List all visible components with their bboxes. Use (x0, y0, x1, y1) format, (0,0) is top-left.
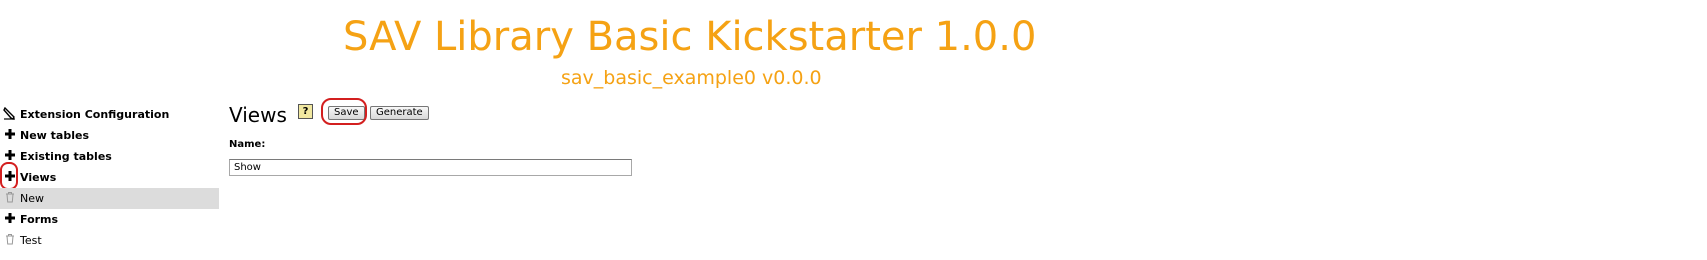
sidebar-item-label: New tables (20, 129, 89, 142)
name-field[interactable] (229, 159, 632, 176)
sidebar-item-existing-tables[interactable]: Existing tables (0, 146, 219, 167)
sidebar-item-label: Extension Configuration (20, 108, 170, 121)
sidebar-item-new[interactable]: New (0, 188, 219, 209)
views-plus-highlight-ring (0, 162, 18, 190)
sidebar-item-label: Views (20, 171, 57, 184)
app-title: SAV Library Basic Kickstarter 1.0.0 (343, 14, 1037, 60)
sidebar: Extension Configuration New tables Exist… (0, 104, 219, 251)
pencil-icon (3, 106, 16, 120)
help-icon[interactable]: ? (298, 104, 313, 119)
name-label: Name: (229, 139, 266, 150)
sidebar-item-label: Existing tables (20, 150, 112, 163)
save-highlight-ring (321, 98, 367, 125)
sidebar-item-extension-configuration[interactable]: Extension Configuration (0, 104, 219, 125)
sidebar-item-label: Test (20, 234, 42, 247)
sidebar-item-new-tables[interactable]: New tables (0, 125, 219, 146)
page-title: Views (229, 103, 287, 127)
generate-button[interactable]: Generate (370, 106, 429, 120)
plus-icon (3, 211, 16, 225)
trash-icon[interactable] (3, 232, 16, 246)
sidebar-item-label: New (20, 192, 44, 205)
sidebar-item-label: Forms (20, 213, 59, 226)
extension-subtitle: sav_basic_example0 v0.0.0 (561, 67, 822, 89)
plus-icon (3, 148, 16, 162)
sidebar-item-test[interactable]: Test (0, 230, 219, 251)
sidebar-item-views[interactable]: Views (0, 162, 219, 190)
plus-icon (3, 127, 16, 141)
trash-icon[interactable] (3, 190, 16, 204)
sidebar-item-forms[interactable]: Forms (0, 209, 219, 230)
